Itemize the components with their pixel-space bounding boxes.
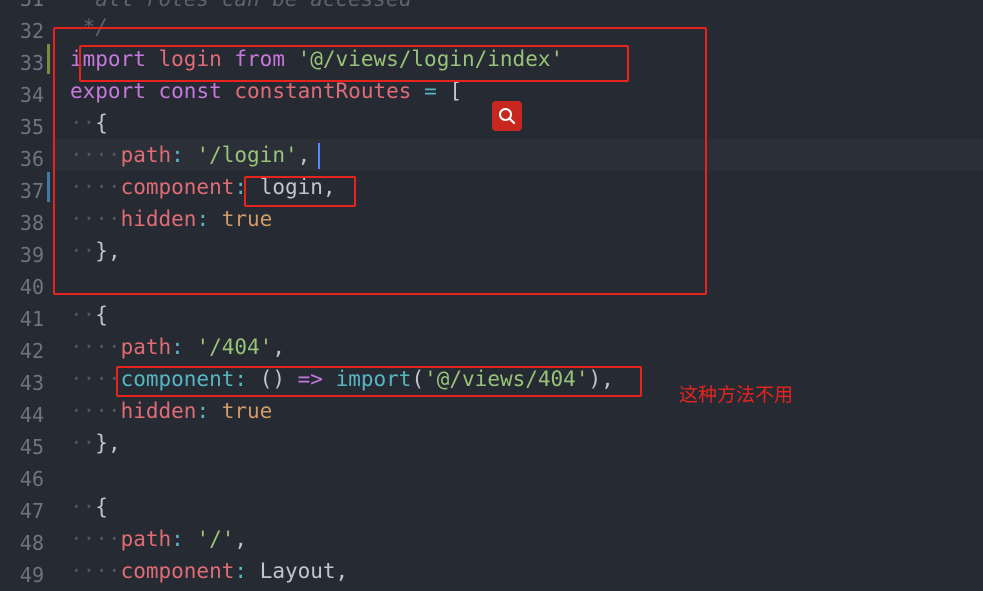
code-line-49: ····component: Layout, [70,559,349,583]
line-number: 46 [19,467,44,491]
line-number: 36 [19,147,44,171]
code-line-47: ··{ [70,495,108,519]
line-number: 38 [19,211,44,235]
search-button[interactable] [492,101,522,131]
line-number: 41 [19,307,44,331]
line-number: 47 [19,499,44,523]
line-number: 32 [19,19,44,43]
line-number: 40 [19,275,44,299]
line-number: 44 [19,403,44,427]
line-number: 33 [19,51,44,75]
line-number: 35 [19,115,44,139]
modified-line-marker [47,172,50,202]
line-number: 48 [19,531,44,555]
modified-line-marker [47,44,50,74]
line-number: 43 [19,371,44,395]
line-number: 37 [19,179,44,203]
code-line-44: ····hidden: true [70,399,273,423]
line-number: 31 [0,0,44,15]
annotation-box-lazy-import [116,366,642,397]
line-number: 45 [19,435,44,459]
code-line-45: ··}, [70,431,121,455]
line-number: 39 [19,243,44,267]
line-number: 42 [19,339,44,363]
code-line-41: ··{ [70,303,108,327]
comment-line: all rotes can be accessed [70,0,411,11]
annotation-note: 这种方法不用 [679,384,794,406]
annotation-box-login-component [244,176,356,207]
code-line-42: ····path: '/404', [70,335,285,359]
search-icon [499,108,516,125]
line-number: 34 [19,83,44,107]
line-number: 49 [19,563,44,587]
annotation-box-import-line [79,45,629,82]
code-line-48: ····path: '/', [70,527,248,551]
